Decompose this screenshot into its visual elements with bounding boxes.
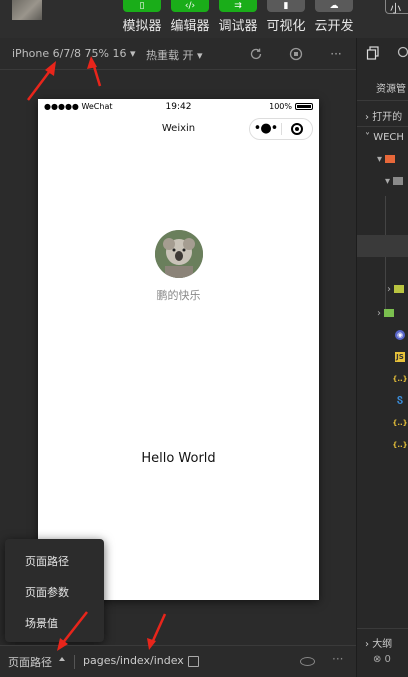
more-icon[interactable]: ··· [328,46,344,62]
json-file-icon-2[interactable]: {..} [392,418,407,428]
capsule-more-button[interactable]: •●• [250,119,281,139]
popup-item-scene-value[interactable]: 场景值 [25,615,58,631]
folder-row-pages[interactable]: › [387,284,408,295]
editor-tool[interactable]: ‹/› 编辑器 [168,0,212,34]
pages-folder-icon [394,285,405,293]
editor-tool-label: 编辑器 [170,19,210,34]
visual-tool-label: 可视化 [266,19,306,34]
utils-folder-icon [384,309,395,317]
explorer-header: 资源管 [376,84,406,95]
close-circle-icon [290,123,303,135]
device-selector[interactable]: iPhone 6/7/8 75% 16 ▾ [12,47,136,60]
project-section[interactable]: ˅ WECH [365,132,408,143]
debugger-tool[interactable]: ⇉ 调试器 [216,0,260,34]
user-nickname: 鹏的快乐 [156,289,201,302]
simulator-tool-label: 模拟器 [122,19,162,34]
page-path-text: pages/index/index [83,654,184,667]
phone-icon: ▯ [123,0,161,12]
more-icon[interactable]: ··· [332,652,343,666]
cloud-folder-icon [385,155,396,163]
folder-row-cloud[interactable]: ▾ [377,154,408,165]
open-editors-section[interactable]: › 打开的 [365,108,408,123]
popup-item-page-path[interactable]: 页面路径 [25,553,69,569]
search-icon[interactable] [397,46,408,60]
page-path-toggle[interactable]: 页面路径 [8,654,52,670]
code-icon: ‹/› [171,0,209,12]
copy-icon[interactable] [188,656,199,667]
eye-icon[interactable] [300,657,315,666]
outline-label: 大纲 [372,639,393,650]
visual-tool[interactable]: ▮ 可视化 [264,0,308,34]
popup-item-page-params[interactable]: 页面参数 [25,584,69,600]
simulator-tool[interactable]: ▯ 模拟器 [120,0,164,34]
debugger-tool-label: 调试器 [218,19,258,34]
panel-divider [357,628,408,629]
css-file-icon[interactable]: Ⴝ [395,396,405,407]
divider [74,655,75,669]
outline-section[interactable]: › 大纲 [365,635,408,650]
user-avatar [155,230,203,278]
folder-row-sub[interactable]: ▾ [385,176,408,187]
panel-divider [357,100,408,101]
capsule-close-button[interactable] [282,123,312,135]
hot-reload-toggle[interactable]: 热重载 开 ▾ [146,47,203,63]
problems-status[interactable]: ⊗ 0 [373,654,408,665]
cloud-dev-tool-label: 云开发 [314,19,354,34]
battery-icon [295,103,313,110]
cloud-dev-tool[interactable]: ☁ 云开发 [312,0,356,34]
folder-icon [393,177,404,185]
status-bar: ●●●●● WeChat 19:42 100% [38,99,319,115]
bottom-status-bar: 页面路径 pages/index/index ··· [0,645,356,677]
wxss-file-icon[interactable]: ◉ [395,330,405,340]
open-editors-label: 打开的 [372,112,403,123]
cloud-icon: ☁ [315,0,353,12]
stop-icon[interactable] [288,46,304,62]
folder-row-utils[interactable]: › [377,308,408,319]
panel-divider [357,126,408,127]
js-file-icon[interactable]: JS [395,352,405,362]
user-avatar-thumbnail[interactable] [12,0,42,20]
visual-icon: ▮ [267,0,305,12]
explorer-panel: 资源管 › 打开的 ˅ WECH ▾ ▾ › › ◉ JS {..} Ⴝ {..… [356,38,408,677]
json-file-icon[interactable]: {..} [392,374,407,384]
caret-up-icon[interactable] [59,657,65,661]
simulator-toolbar: iPhone 6/7/8 75% 16 ▾ 热重载 开 ▾ ··· [0,38,356,70]
phone-simulator: ●●●●● WeChat 19:42 100% Weixin •●• 鹏的快乐 … [38,99,319,600]
menu-capsule: •●• [249,118,313,140]
debug-icon: ⇉ [219,0,257,12]
refresh-icon[interactable] [248,46,264,62]
files-icon[interactable] [366,46,380,60]
project-label: WECH [373,132,404,143]
battery-status: 100% [269,102,313,111]
selected-tree-row[interactable] [357,235,408,257]
page-info-popup: 页面路径 页面参数 场景值 [5,539,104,642]
small-button[interactable]: 小 [385,0,408,15]
battery-percent: 100% [269,102,292,111]
top-toolbar: ▯ 模拟器 ‹/› 编辑器 ⇉ 调试器 ▮ 可视化 ☁ 云开发 小 [0,0,408,38]
json-file-icon-3[interactable]: {..} [392,440,407,450]
hello-text: Hello World [141,451,216,466]
